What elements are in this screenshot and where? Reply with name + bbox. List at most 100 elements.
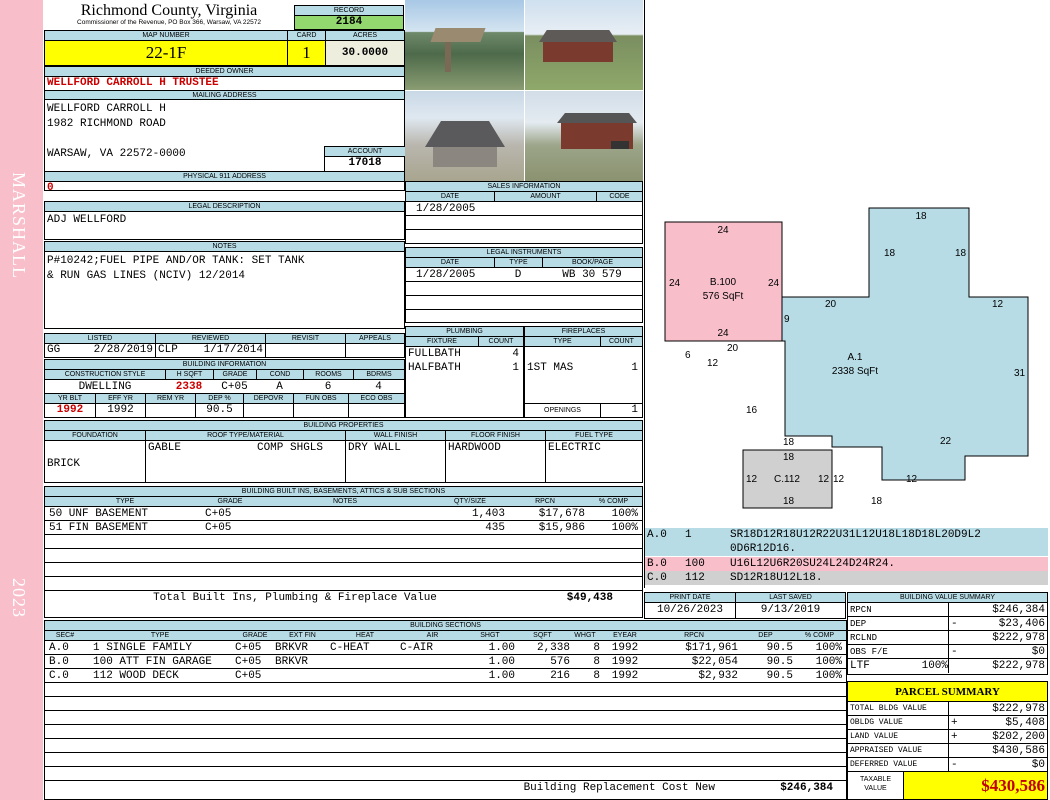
- sales-label: SALES INFORMATION: [406, 182, 642, 192]
- print-date: 10/26/2023: [656, 604, 723, 616]
- builtins-box: BUILDING BUILT INS, BASEMENTS, ATTICS & …: [44, 486, 643, 618]
- section-b-sqft: 576 SqFt: [703, 291, 744, 302]
- vector-row-b: B.0 100 U16L12U6R20SU24L24D24R24.: [645, 557, 1048, 571]
- dim: 18: [884, 248, 896, 259]
- building-properties-label: BUILDING PROPERTIES: [45, 421, 642, 431]
- dim: 12: [707, 358, 719, 369]
- section-c-label: C.112: [774, 474, 800, 485]
- vector-row-c: C.0 112 SD12R18U12L18.: [645, 571, 1048, 585]
- dim: 20: [825, 299, 837, 310]
- map-box: MAP NUMBER 22-1F CARD 1 ACRES 30.0000: [44, 30, 405, 66]
- plumbing-label: PLUMBING: [406, 327, 523, 337]
- replacement-cost: $246,384: [780, 782, 833, 794]
- builtins-label: BUILDING BUILT INS, BASEMENTS, ATTICS & …: [45, 487, 642, 497]
- sketch-area: B.100 576 SqFt A.1 2338 SqFt C.112 24 24…: [644, 0, 1048, 528]
- side-bar: MARSHALL 2023: [0, 0, 43, 800]
- dim: 24: [768, 278, 780, 289]
- dim: 6: [685, 350, 691, 361]
- dim: 12: [746, 474, 758, 485]
- side-year: 2023: [9, 578, 29, 618]
- builtins-total-label: Total Built Ins, Plumbing & Fireplace Va…: [153, 592, 437, 604]
- legal-text: ADJ WELLFORD: [47, 214, 127, 226]
- phys-address: 0: [47, 182, 54, 194]
- sections-label: BUILDING SECTIONS: [45, 621, 846, 631]
- dim: 18: [915, 211, 927, 222]
- phys-address-label: PHYSICAL 911 ADDRESS: [45, 172, 404, 182]
- dim: 12: [906, 474, 918, 485]
- deeded-owner-label: DEEDED OWNER: [45, 67, 404, 77]
- commissioner-line: Commissioner of the Revenue, PO Box 366,…: [77, 19, 261, 26]
- instruments-box: LEGAL INSTRUMENTS DATE TYPE BOOK/PAGE 1/…: [405, 247, 643, 323]
- parcel-summary-title: PARCEL SUMMARY: [848, 682, 1047, 702]
- dim: 18: [955, 248, 967, 259]
- county-title: Richmond County, Virginia: [80, 2, 258, 19]
- print-date-box: PRINT DATE 10/26/2023 LAST SAVED 9/13/2019: [644, 592, 846, 619]
- building-info-box: BUILDING INFORMATION CONSTRUCTION STYLE …: [44, 359, 405, 418]
- vectors-box: A.0 1 SR18D12R18U12R22U31L12U18L18D18L20…: [644, 528, 1048, 588]
- mailing-label: MAILING ADDRESS: [45, 90, 404, 100]
- dim: 12: [818, 474, 830, 485]
- fireplaces-label: FIREPLACES: [525, 327, 642, 337]
- section-row: A.0 1 SINGLE FAMILY C+05 BRKVR C-HEAT C-…: [45, 641, 846, 655]
- title-block: Richmond County, Virginia Commissioner o…: [44, 2, 294, 30]
- builtins-total: $49,438: [566, 592, 613, 604]
- section-a-label: A.1: [847, 352, 862, 363]
- building-info-label: BUILDING INFORMATION: [45, 360, 404, 370]
- side-name: MARSHALL: [9, 172, 29, 280]
- section-row: B.0 100 ATT FIN GARAGE C+05 BRKVR 1.00 5…: [45, 655, 846, 669]
- builtin-row: 50 UNF BASEMENT C+05 1,403 $17,678 100%: [45, 507, 642, 521]
- dim: 31: [1014, 368, 1026, 379]
- record-label: RECORD: [295, 6, 403, 16]
- mail-line-1: WELLFORD CARROLL H: [47, 103, 166, 115]
- sales-row: 1/28/2005: [406, 202, 642, 216]
- section-row: C.0 112 WOOD DECK C+05 1.00 216 8 1992 $…: [45, 669, 846, 683]
- sketch-svg: B.100 576 SqFt A.1 2338 SqFt C.112 24 24…: [664, 207, 1029, 509]
- sections-box: BUILDING SECTIONS SEC# TYPE GRADE EXT FI…: [44, 620, 847, 800]
- dim: 18: [871, 496, 883, 507]
- legal-box: LEGAL DESCRIPTION ADJ WELLFORD: [44, 201, 405, 240]
- builtin-row: 51 FIN BASEMENT C+05 435 $15,986 100%: [45, 521, 642, 535]
- legal-label: LEGAL DESCRIPTION: [45, 202, 404, 212]
- fireplaces-box: FIREPLACES TYPE COUNT 1ST MAS 1 OPENINGS …: [524, 326, 643, 418]
- dim: 18: [783, 496, 795, 507]
- dim: 9: [784, 314, 790, 325]
- building-properties-box: BUILDING PROPERTIES FOUNDATION ROOF TYPE…: [44, 420, 643, 483]
- sales-box: SALES INFORMATION DATE AMOUNT CODE 1/28/…: [405, 181, 643, 244]
- owner-box: DEEDED OWNER WELLFORD CARROLL H TRUSTEE …: [44, 66, 405, 194]
- map-number: 22-1F: [45, 41, 287, 65]
- notes-box: NOTES P#10242;FUEL PIPE AND/OR TANK: SET…: [44, 241, 405, 329]
- bvs-label: BUILDING VALUE SUMMARY: [848, 593, 1047, 603]
- owner-name: WELLFORD CARROLL H TRUSTEE: [47, 77, 219, 89]
- dim: 24: [717, 225, 729, 236]
- account-number: 17018: [348, 157, 382, 169]
- acres-label: ACRES: [326, 31, 404, 41]
- card-label: CARD: [288, 31, 325, 41]
- dim: 12: [992, 299, 1004, 310]
- dim: 16: [746, 405, 758, 416]
- record-box: RECORD 2184: [294, 5, 404, 30]
- map-label: MAP NUMBER: [45, 31, 287, 41]
- photo-dock: [405, 0, 524, 90]
- photo-house-side: [525, 91, 643, 181]
- taxable-value: $430,586: [903, 772, 1047, 799]
- instruments-label: LEGAL INSTRUMENTS: [406, 248, 642, 258]
- acres-value: 30.0000: [326, 41, 404, 65]
- dim: 12: [833, 474, 845, 485]
- record-value: 2184: [295, 16, 403, 29]
- section-a-sqft: 2338 SqFt: [832, 366, 878, 377]
- instrument-row: 1/28/2005 D WB 30 579: [406, 268, 642, 282]
- mail-line-2: 1982 RICHMOND ROAD: [47, 118, 166, 130]
- listed-box: LISTED GG 2/28/2019 REVIEWED CLP 1/17/2014…: [44, 333, 405, 358]
- dim: 24: [717, 328, 729, 339]
- notes-line-1: P#10242;FUEL PIPE AND/OR TANK: SET TANK: [47, 255, 305, 267]
- dim: 18: [783, 452, 795, 463]
- plumbing-box: PLUMBING FIXTURE COUNT FULLBATH 4 HALFBAT…: [405, 326, 524, 418]
- dim: 24: [669, 278, 681, 289]
- building-value-summary: BUILDING VALUE SUMMARY RPCN $246,384 DEP -…: [847, 592, 1048, 675]
- card-number: 1: [288, 41, 325, 65]
- photo-garage: [405, 91, 524, 181]
- dim: 22: [940, 436, 952, 447]
- account-box: ACCOUNT 17018: [324, 146, 405, 171]
- dim: 20: [727, 343, 739, 354]
- vector-row-a: A.0 1 SR18D12R18U12R22U31L12U18L18D18L20…: [645, 528, 1048, 557]
